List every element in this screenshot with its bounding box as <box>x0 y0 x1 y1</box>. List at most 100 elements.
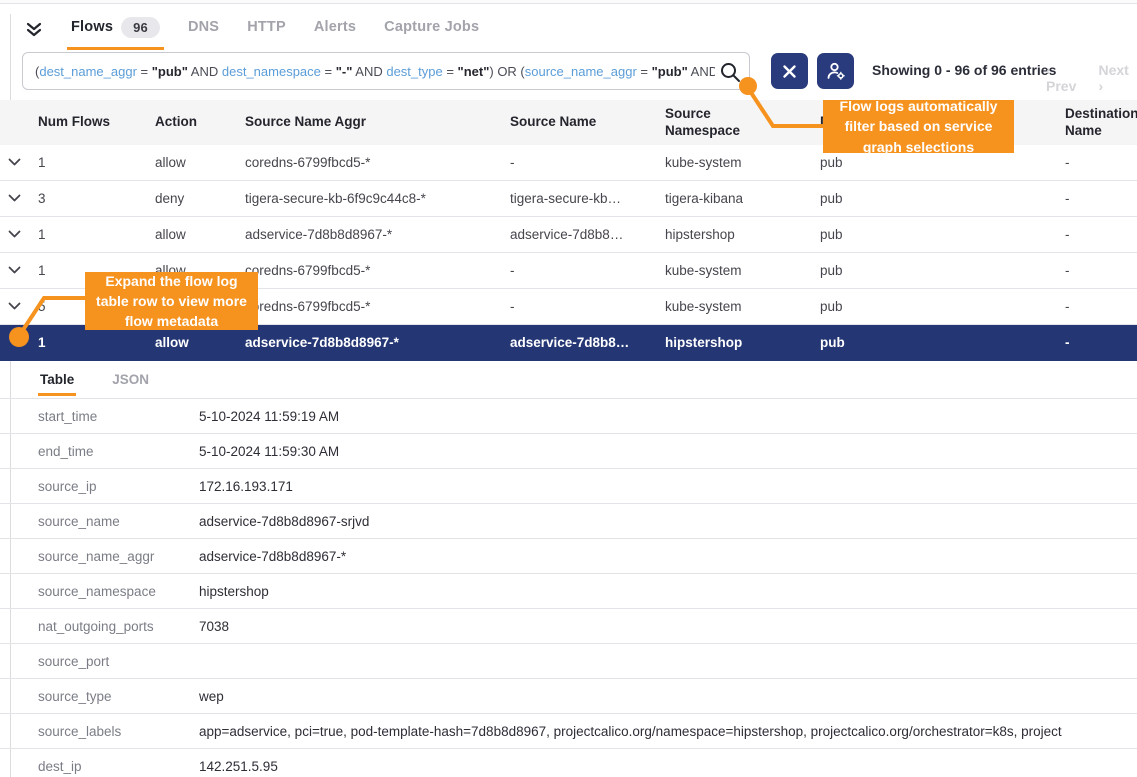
expand-callout-tooltip: Expand the flow log table row to view mo… <box>85 272 258 330</box>
next-page-button[interactable]: Next › <box>1099 62 1137 94</box>
cell-destination-name: - <box>1065 227 1137 242</box>
detail-label: source_name <box>0 514 199 529</box>
query-field: dest_namespace <box>222 64 321 79</box>
cell-source-name: - <box>510 263 665 278</box>
cell-source-namespace: kube-system <box>665 299 820 314</box>
person-gear-icon <box>826 61 846 81</box>
cell-action: allow <box>155 335 245 350</box>
query-value: "pub" <box>652 64 688 79</box>
tab-dns[interactable]: DNS <box>174 15 233 45</box>
cell-source-namespace: kube-system <box>665 155 820 170</box>
cell-destination-name: - <box>1065 299 1137 314</box>
col-num-flows[interactable]: Num Flows <box>38 114 155 131</box>
query-and: AND <box>188 64 222 79</box>
cell-source-namespace: hipstershop <box>665 335 820 350</box>
cell-source-namespace: tigera-kibana <box>665 191 820 206</box>
cell-destination-name: - <box>1065 335 1137 350</box>
cell-dest-name-aggr: pub <box>820 191 1065 206</box>
col-source-name-aggr[interactable]: Source Name Aggr <box>245 114 510 131</box>
cell-source-name-aggr: coredns-6799fbcd5-* <box>245 155 510 170</box>
clear-filter-button[interactable] <box>771 53 808 89</box>
tab-alerts-label: Alerts <box>314 19 356 35</box>
detail-label: end_time <box>0 444 199 459</box>
query-value: "net" <box>458 64 490 79</box>
top-divider <box>0 0 1137 4</box>
row-expander[interactable] <box>0 230 38 239</box>
query-and: AND <box>352 64 386 79</box>
detail-value: adservice-7d8b8d8967-srjvd <box>199 514 1137 529</box>
detail-tabbar: Table JSON <box>0 361 1137 398</box>
flow-row[interactable]: 3 deny tigera-secure-kb-6f9c9c44c8-* tig… <box>0 181 1137 217</box>
chevron-down-icon <box>8 302 21 311</box>
detail-label: dest_ip <box>0 759 199 774</box>
tab-dns-label: DNS <box>188 19 219 35</box>
row-expander[interactable] <box>0 266 38 275</box>
user-settings-button[interactable] <box>817 53 854 89</box>
col-source-name[interactable]: Source Name <box>510 114 665 131</box>
col-action[interactable]: Action <box>155 114 245 131</box>
tab-flows-label: Flows <box>71 19 113 35</box>
cell-destination-name: - <box>1065 155 1137 170</box>
filter-bar: (dest_name_aggr = "pub" AND dest_namespa… <box>0 46 1137 100</box>
row-expander[interactable] <box>0 302 38 311</box>
query-operator: = <box>321 64 336 79</box>
cell-source-name: - <box>510 299 665 314</box>
cell-source-name-aggr: tigera-secure-kb-6f9c9c44c8-* <box>245 191 510 206</box>
col-destination-name[interactable]: Destination Name <box>1065 106 1137 140</box>
cell-source-namespace: hipstershop <box>665 227 820 242</box>
chevron-left-icon: ‹ <box>1046 62 1051 78</box>
row-expander[interactable] <box>0 194 38 203</box>
detail-row: source_port <box>0 643 1137 678</box>
detail-label: source_ip <box>0 479 199 494</box>
detail-value: 5-10-2024 11:59:30 AM <box>199 444 1137 459</box>
detail-value: 172.16.193.171 <box>199 479 1137 494</box>
cell-source-name: - <box>510 155 665 170</box>
cell-num-flows: 1 <box>38 335 155 350</box>
cell-num-flows: 1 <box>38 227 155 242</box>
flows-count-badge: 96 <box>121 17 160 38</box>
tab-http-label: HTTP <box>247 19 286 35</box>
detail-row: end_time 5-10-2024 11:59:30 AM <box>0 433 1137 468</box>
magnifier-icon[interactable] <box>719 61 741 83</box>
chevron-down-icon <box>8 230 21 239</box>
flow-row[interactable]: 1 allow adservice-7d8b8d8967-* adservice… <box>0 217 1137 253</box>
query-field: source_name_aggr <box>525 64 637 79</box>
detail-row: source_name_aggr adservice-7d8b8d8967-* <box>0 538 1137 573</box>
cell-dest-name-aggr: pub <box>820 263 1065 278</box>
query-or: ) OR ( <box>489 64 524 79</box>
detail-row: source_ip 172.16.193.171 <box>0 468 1137 503</box>
cell-dest-name-aggr: pub <box>820 227 1065 242</box>
cell-dest-name-aggr: pub <box>820 335 1065 350</box>
cell-source-name-aggr: coredns-6799fbcd5-* <box>245 263 510 278</box>
chevron-up-icon <box>8 338 21 347</box>
detail-value: adservice-7d8b8d8967-* <box>199 549 1137 564</box>
cell-source-name: adservice-7d8b8… <box>510 227 665 242</box>
prev-page-button[interactable]: ‹ Prev <box>1046 62 1085 94</box>
cell-source-name: adservice-7d8b8… <box>510 335 665 350</box>
cell-dest-name-aggr: pub <box>820 299 1065 314</box>
query-operator: = <box>637 64 652 79</box>
collapse-panel-button[interactable] <box>11 21 57 39</box>
cell-source-name-aggr: adservice-7d8b8d8967-* <box>245 227 510 242</box>
row-expander[interactable] <box>0 338 38 347</box>
detail-row: start_time 5-10-2024 11:59:19 AM <box>0 398 1137 433</box>
detail-tab-table[interactable]: Table <box>38 366 76 393</box>
detail-label: source_port <box>0 654 199 669</box>
row-expander[interactable] <box>0 158 38 167</box>
query-field: dest_type <box>386 64 442 79</box>
tab-http[interactable]: HTTP <box>233 15 300 45</box>
detail-tab-json[interactable]: JSON <box>110 366 151 393</box>
query-value: "-" <box>336 64 353 79</box>
detail-row: source_namespace hipstershop <box>0 573 1137 608</box>
filter-query-input[interactable]: (dest_name_aggr = "pub" AND dest_namespa… <box>22 52 750 90</box>
tab-flows[interactable]: Flows 96 <box>57 13 174 48</box>
cell-action: allow <box>155 227 245 242</box>
filter-query-text: (dest_name_aggr = "pub" AND dest_namespa… <box>35 64 715 79</box>
tab-alerts[interactable]: Alerts <box>300 15 370 45</box>
col-source-namespace[interactable]: Source Namespace <box>665 106 785 140</box>
detail-label: source_name_aggr <box>0 549 199 564</box>
pagination-controls: ‹ Prev Next › <box>1046 62 1137 94</box>
cell-action: deny <box>155 191 245 206</box>
tab-capture-jobs[interactable]: Capture Jobs <box>370 15 493 45</box>
cell-dest-name-aggr: pub <box>820 155 1065 170</box>
